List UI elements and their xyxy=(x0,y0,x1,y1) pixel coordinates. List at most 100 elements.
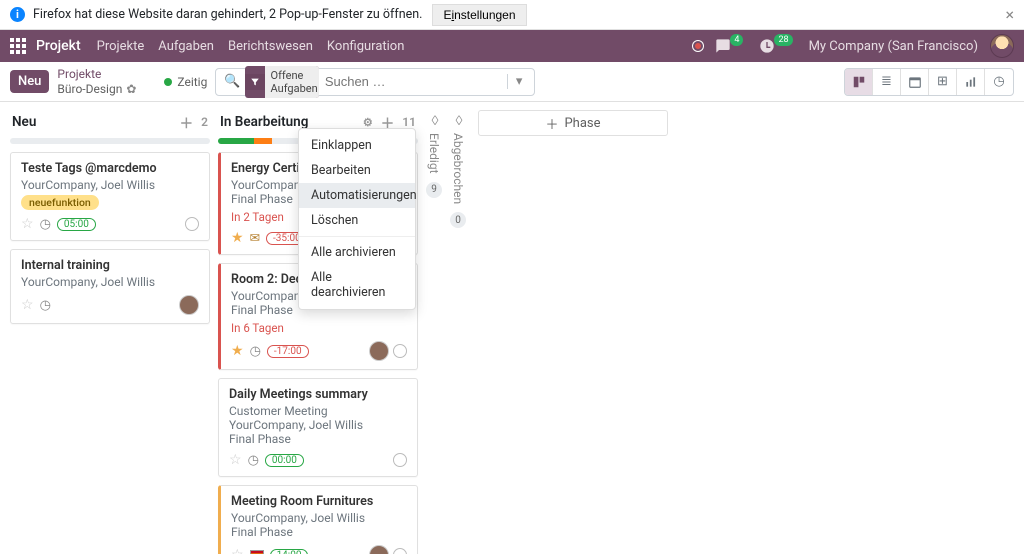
view-calendar-icon[interactable] xyxy=(901,69,929,95)
messages-button[interactable]: 4 xyxy=(715,38,747,54)
collapsed-count: 9 xyxy=(426,182,442,198)
column-abgebrochen-collapsed[interactable]: 〈 〉 Abgebrochen 0 xyxy=(446,108,470,228)
new-button[interactable]: Neu xyxy=(10,70,49,93)
kanban-card[interactable]: Daily Meetings summary Customer Meeting … xyxy=(218,378,418,477)
collapsed-title: Erledigt xyxy=(427,133,441,174)
card-subtitle: Customer Meeting xyxy=(229,404,407,418)
card-title: Teste Tags @marcdemo xyxy=(21,161,199,176)
kanban-state-icon[interactable] xyxy=(393,453,407,467)
breadcrumb-parent[interactable]: Projekte xyxy=(57,67,136,81)
clock-icon[interactable]: ◷ xyxy=(250,344,261,359)
card-due: In 6 Tagen xyxy=(231,321,407,335)
view-activity-icon[interactable]: ◷ xyxy=(985,69,1013,95)
time-pill: -17:00 xyxy=(267,345,309,358)
search-field[interactable]: 🔍 Offene Aufgaben × ▾ xyxy=(215,68,535,96)
dropdown-alle-dearchivieren[interactable]: Alle dearchivieren xyxy=(299,265,415,305)
messages-count: 4 xyxy=(730,34,743,46)
kanban-state-icon[interactable] xyxy=(393,548,407,554)
collapsed-title: Abgebrochen xyxy=(451,133,465,204)
column-gear-icon[interactable]: ⚙ xyxy=(363,116,373,129)
nav-berichtswesen[interactable]: Berichtswesen xyxy=(228,39,313,54)
user-avatar[interactable] xyxy=(990,34,1014,58)
nav-projekte[interactable]: Projekte xyxy=(97,39,145,54)
column-title: Neu xyxy=(12,114,36,130)
status-dot-icon xyxy=(164,78,172,86)
assignee-avatar[interactable] xyxy=(369,545,389,554)
dropdown-bearbeiten[interactable]: Bearbeiten xyxy=(299,158,415,183)
brand-label[interactable]: Projekt xyxy=(36,38,81,54)
dropdown-einklappen[interactable]: Einklappen xyxy=(299,133,415,158)
top-nav: Projekt Projekte Aufgaben Berichtswesen … xyxy=(0,30,1024,62)
activities-button[interactable]: 28 xyxy=(759,38,796,54)
card-subtitle: YourCompany, Joel Willis xyxy=(231,511,407,525)
nav-konfiguration[interactable]: Konfiguration xyxy=(327,39,404,54)
kanban-state-icon[interactable] xyxy=(185,217,199,231)
dropdown-loeschen[interactable]: Löschen xyxy=(299,208,415,233)
star-icon[interactable]: ★ xyxy=(231,230,244,246)
facet-label: Offene Aufgaben xyxy=(265,66,319,98)
view-kanban-icon[interactable] xyxy=(845,69,873,95)
column-erledigt-collapsed[interactable]: 〈 〉 Erledigt 9 xyxy=(422,108,446,198)
search-facet: Offene Aufgaben × xyxy=(245,66,319,98)
clock-icon[interactable]: ◷ xyxy=(248,453,259,468)
kanban-state-icon[interactable] xyxy=(393,344,407,358)
star-icon[interactable]: ☆ xyxy=(21,297,34,313)
star-icon[interactable]: ☆ xyxy=(229,452,242,468)
kanban-card[interactable]: Internal training YourCompany, Joel Will… xyxy=(10,249,210,324)
search-icon: 🔍 xyxy=(224,74,240,89)
company-switcher[interactable]: My Company (San Francisco) xyxy=(809,39,978,54)
time-pill: 05:00 xyxy=(57,218,96,231)
time-pill: 14:00 xyxy=(270,549,309,554)
firefox-popup-bar: i Firefox hat diese Website daran gehind… xyxy=(0,0,1024,30)
column-settings-dropdown: Einklappen Bearbeiten Automatisierungen … xyxy=(298,128,416,310)
envelope-icon[interactable]: ✉ xyxy=(250,230,260,246)
search-input[interactable] xyxy=(319,74,507,89)
dropdown-automatisierungen[interactable]: Automatisierungen xyxy=(299,183,415,208)
search-dropdown-caret-icon[interactable]: ▾ xyxy=(507,74,531,89)
star-icon[interactable]: ☆ xyxy=(21,216,34,232)
project-status-chip[interactable]: Zeitig xyxy=(164,75,207,89)
card-phase: Final Phase xyxy=(229,432,407,446)
apps-grid-icon[interactable] xyxy=(10,38,26,54)
popup-settings-button[interactable]: Einstellungen xyxy=(432,4,526,26)
clock-icon[interactable]: ◷ xyxy=(40,298,51,313)
column-title: In Bearbeitung xyxy=(220,114,308,130)
dropdown-divider xyxy=(299,236,415,237)
column-neu: Neu ＋ 2 Teste Tags @marcdemo YourCompany… xyxy=(6,108,214,332)
status-indicator-icon[interactable] xyxy=(693,41,703,51)
view-graph-icon[interactable] xyxy=(957,69,985,95)
popup-message: Firefox hat diese Website daran gehinder… xyxy=(33,7,422,22)
plus-icon: ＋ xyxy=(545,114,558,133)
dropdown-alle-archivieren[interactable]: Alle archivieren xyxy=(299,240,415,265)
card-phase: Final Phase xyxy=(231,525,407,539)
add-phase-label: Phase xyxy=(564,116,600,131)
card-title: Meeting Room Furnitures xyxy=(231,494,407,509)
expand-icon: 〈 〉 xyxy=(450,112,466,127)
add-phase-button[interactable]: ＋ Phase xyxy=(478,110,668,136)
view-switcher: ≣ ⊞ ◷ xyxy=(844,68,1014,96)
column-count: 2 xyxy=(201,115,208,129)
star-icon[interactable]: ☆ xyxy=(231,547,244,554)
flag-icon xyxy=(250,550,264,554)
time-pill: 00:00 xyxy=(265,454,304,467)
clock-icon[interactable]: ◷ xyxy=(40,217,51,232)
column-add-icon[interactable]: ＋ xyxy=(180,112,194,132)
column-progress-bar xyxy=(10,138,210,144)
view-pivot-icon[interactable]: ⊞ xyxy=(929,69,957,95)
card-tag: neuefunktion xyxy=(21,195,99,210)
card-subtitle: YourCompany, Joel Willis xyxy=(229,418,407,432)
breadcrumb-gear-icon[interactable]: ✿ xyxy=(126,82,136,96)
activities-count: 28 xyxy=(774,34,792,46)
kanban-card[interactable]: Meeting Room Furnitures YourCompany, Joe… xyxy=(218,485,418,554)
filter-icon xyxy=(245,74,265,90)
nav-aufgaben[interactable]: Aufgaben xyxy=(158,39,214,54)
control-bar: Neu Projekte Büro-Design ✿ Zeitig 🔍 Offe… xyxy=(0,62,1024,102)
card-title: Daily Meetings summary xyxy=(229,387,407,402)
view-list-icon[interactable]: ≣ xyxy=(873,69,901,95)
breadcrumb: Projekte Büro-Design ✿ xyxy=(57,67,136,96)
popup-close-icon[interactable]: × xyxy=(1005,5,1014,24)
assignee-avatar[interactable] xyxy=(179,295,199,315)
star-icon[interactable]: ★ xyxy=(231,343,244,359)
assignee-avatar[interactable] xyxy=(369,341,389,361)
kanban-card[interactable]: Teste Tags @marcdemo YourCompany, Joel W… xyxy=(10,152,210,241)
